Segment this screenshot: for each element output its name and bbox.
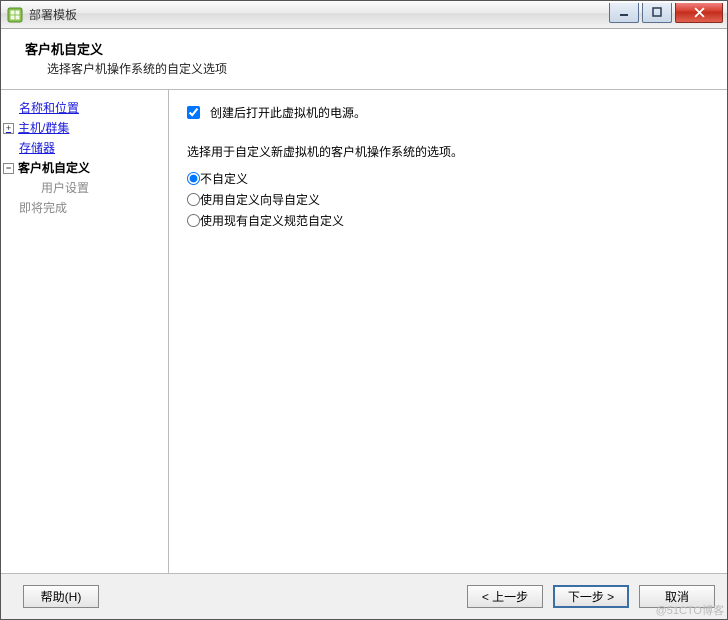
minimize-button[interactable] (609, 3, 639, 23)
radio-spec-customize-input[interactable] (187, 214, 200, 227)
radio-spec-customize: 使用现有自定义规范自定义 (187, 212, 709, 229)
radio-no-customize-input[interactable] (187, 172, 200, 185)
radio-label: 不自定义 (200, 170, 248, 187)
collapse-icon[interactable]: − (3, 163, 14, 174)
maximize-button[interactable] (642, 3, 672, 23)
wizard-content: 创建后打开此虚拟机的电源。 选择用于自定义新虚拟机的客户机操作系统的选项。 不自… (169, 90, 727, 573)
page-subtitle: 选择客户机操作系统的自定义选项 (25, 60, 711, 77)
window-title: 部署模板 (29, 6, 77, 23)
step-label: 存储器 (19, 139, 55, 157)
radio-wizard-customize-input[interactable] (187, 193, 200, 206)
back-button[interactable]: < 上一步 (467, 585, 543, 608)
radio-label: 使用现有自定义规范自定义 (200, 212, 344, 229)
close-button[interactable] (675, 3, 723, 23)
radio-wizard-customize: 使用自定义向导自定义 (187, 191, 709, 208)
expand-icon[interactable]: + (3, 123, 14, 134)
titlebar: 部署模板 (1, 1, 727, 29)
customization-prompt: 选择用于自定义新虚拟机的客户机操作系统的选项。 (187, 143, 709, 160)
page-title: 客户机自定义 (25, 39, 711, 58)
step-ready-to-complete: 即将完成 (1, 198, 168, 218)
wizard-header: 客户机自定义 选择客户机操作系统的自定义选项 (1, 29, 727, 90)
power-on-row: 创建后打开此虚拟机的电源。 (187, 104, 709, 121)
wizard-steps-sidebar: 名称和位置 + 主机/群集 存储器 − 客户机自定义 用户设置 即将完成 (1, 90, 169, 573)
window-controls (609, 3, 727, 23)
radio-label: 使用自定义向导自定义 (200, 191, 320, 208)
step-name-location[interactable]: 名称和位置 (1, 98, 168, 118)
next-button[interactable]: 下一步 > (553, 585, 629, 608)
step-storage[interactable]: 存储器 (1, 138, 168, 158)
wizard-body: 名称和位置 + 主机/群集 存储器 − 客户机自定义 用户设置 即将完成 (1, 90, 727, 573)
step-guest-customization: − 客户机自定义 (1, 158, 168, 178)
help-button[interactable]: 帮助(H) (23, 585, 99, 608)
power-on-checkbox[interactable] (187, 106, 200, 119)
step-label: 名称和位置 (19, 99, 79, 117)
wizard-window: 部署模板 客户机自定义 选择客户机操作系统的自定义选项 名称和位置 + 主机/群… (0, 0, 728, 620)
wizard-footer: 帮助(H) < 上一步 下一步 > 取消 (1, 573, 727, 619)
step-label: 客户机自定义 (18, 159, 90, 177)
step-user-settings: 用户设置 (1, 178, 168, 198)
app-icon (7, 7, 23, 23)
radio-no-customize: 不自定义 (187, 170, 709, 187)
step-label: 用户设置 (41, 179, 89, 197)
step-host-cluster[interactable]: + 主机/群集 (1, 118, 168, 138)
cancel-button[interactable]: 取消 (639, 585, 715, 608)
step-label: 主机/群集 (18, 119, 69, 137)
step-label: 即将完成 (19, 199, 67, 217)
power-on-label: 创建后打开此虚拟机的电源。 (210, 104, 366, 121)
